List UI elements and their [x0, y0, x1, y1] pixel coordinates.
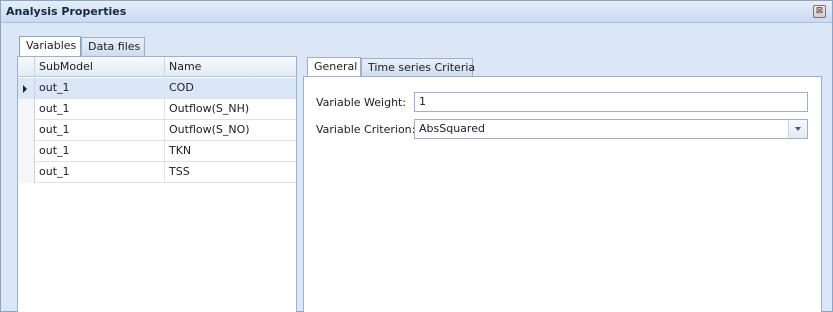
row-indicator — [18, 141, 35, 162]
grid-header: SubModel Name — [18, 57, 296, 77]
variable-criterion-label: Variable Criterion: — [316, 123, 416, 136]
analysis-properties-window: Analysis Properties ⊠ Variables Data fil… — [0, 0, 833, 312]
cell-name[interactable]: COD — [165, 78, 296, 98]
dropdown-button[interactable] — [788, 120, 807, 138]
tab-variables-label: Variables — [26, 39, 77, 52]
inner-tab-strip: General Time series Criteria — [303, 56, 822, 77]
tab-data-files[interactable]: Data files — [81, 37, 145, 56]
properties-panel: General Time series Criteria Variable We… — [303, 56, 822, 312]
row-indicator — [18, 78, 35, 99]
variable-criterion-select[interactable]: AbsSquared — [414, 119, 808, 139]
cell-submodel[interactable]: out_1 — [35, 141, 165, 161]
tab-general[interactable]: General — [307, 57, 361, 77]
title-bar: Analysis Properties ⊠ — [1, 1, 832, 23]
tab-variables[interactable]: Variables — [19, 36, 81, 56]
cell-submodel[interactable]: out_1 — [35, 99, 165, 119]
row-indicator — [18, 99, 35, 120]
tab-time-series-criteria-label: Time series Criteria — [368, 61, 476, 74]
row-indicator — [18, 120, 35, 141]
table-row[interactable]: out_1 TSS — [18, 162, 296, 183]
cell-name[interactable]: Outflow(S_NO) — [165, 120, 296, 140]
column-header-name[interactable]: Name — [165, 57, 296, 77]
table-row[interactable]: out_1 COD — [18, 78, 296, 99]
cell-submodel[interactable]: out_1 — [35, 120, 165, 140]
cell-submodel[interactable]: out_1 — [35, 78, 165, 98]
tab-time-series-criteria[interactable]: Time series Criteria — [361, 58, 476, 77]
variable-criterion-value: AbsSquared — [419, 122, 485, 135]
tab-general-label: General — [314, 60, 358, 73]
cell-name[interactable]: TSS — [165, 162, 296, 182]
variable-weight-label: Variable Weight: — [316, 96, 407, 109]
chevron-down-icon — [795, 127, 801, 131]
table-row[interactable]: out_1 Outflow(S_NO) — [18, 120, 296, 141]
column-header-submodel[interactable]: SubModel — [35, 57, 165, 77]
window-title: Analysis Properties — [6, 5, 127, 18]
variables-grid: SubModel Name out_1 COD out_1 Outflow(S_… — [17, 56, 297, 312]
variable-weight-input[interactable]: 1 — [414, 92, 808, 112]
tab-data-files-label: Data files — [88, 40, 141, 53]
row-header-corner — [18, 57, 35, 77]
row-indicator — [18, 162, 35, 183]
table-row[interactable]: out_1 TKN — [18, 141, 296, 162]
close-icon[interactable]: ⊠ — [813, 5, 826, 18]
cell-submodel[interactable]: out_1 — [35, 162, 165, 182]
cell-name[interactable]: TKN — [165, 141, 296, 161]
general-tab-content: Variable Weight: 1 Variable Criterion: A… — [303, 76, 822, 312]
table-row[interactable]: out_1 Outflow(S_NH) — [18, 99, 296, 120]
cell-name[interactable]: Outflow(S_NH) — [165, 99, 296, 119]
variable-weight-value: 1 — [419, 95, 426, 108]
row-indicator-arrow-icon — [23, 85, 27, 93]
